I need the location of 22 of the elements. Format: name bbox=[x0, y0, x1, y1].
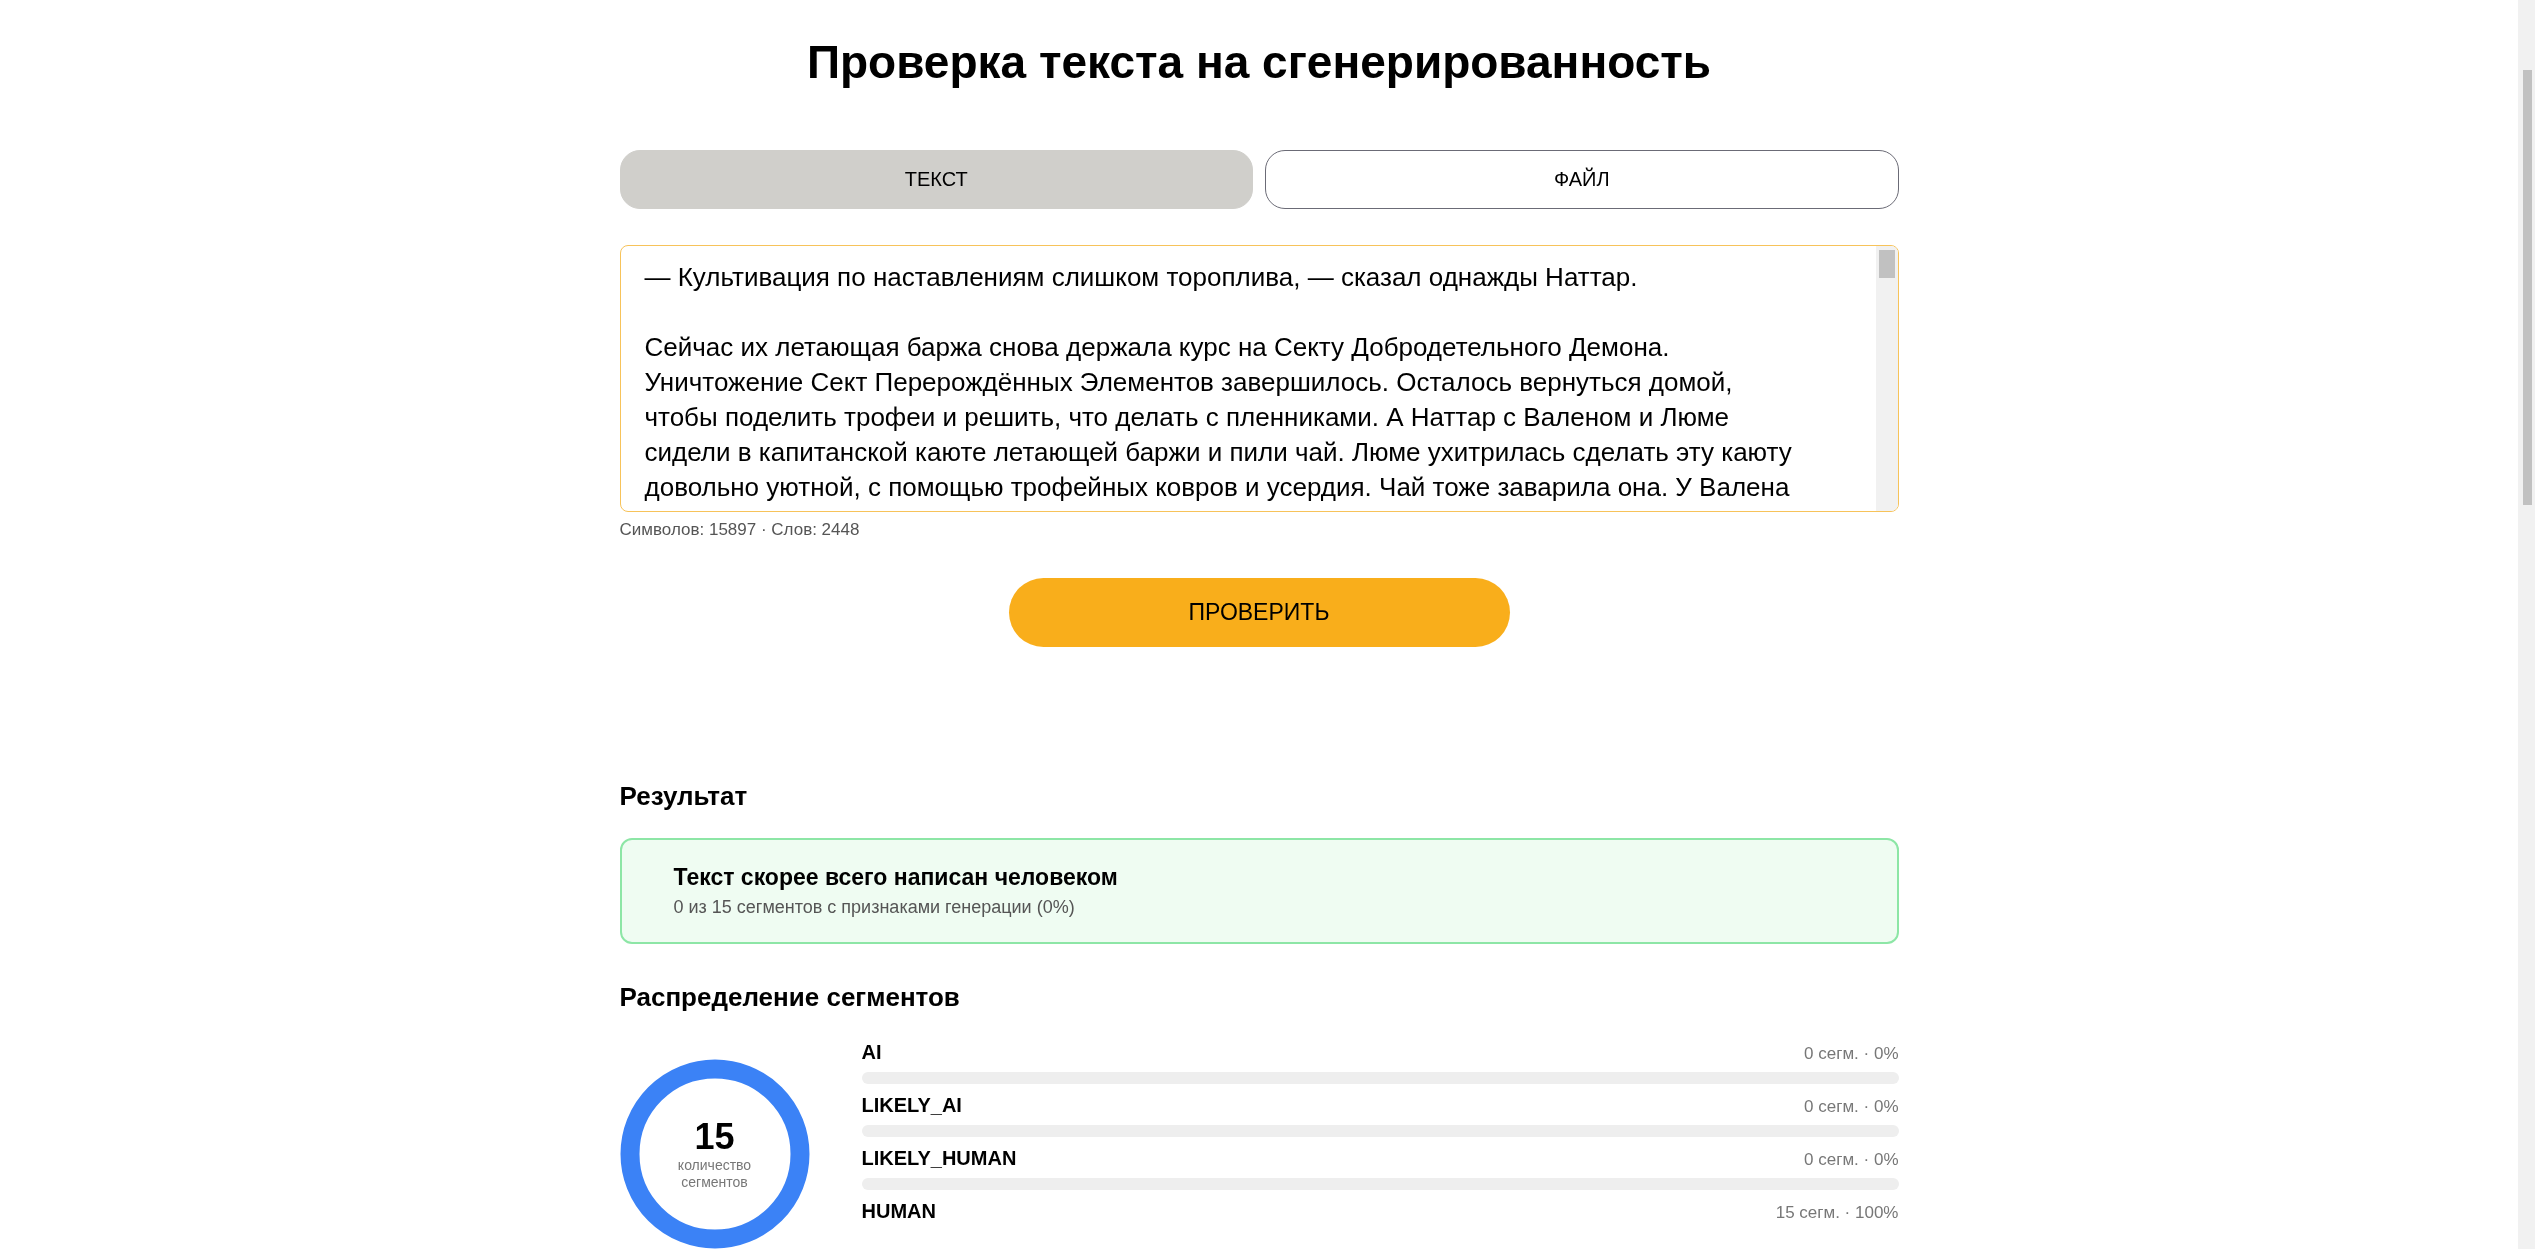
mode-tab[interactable]: ТЕКСТ bbox=[619, 150, 1253, 209]
segment-total: 15 bbox=[694, 1117, 735, 1157]
category-count: 0 сегм. · 0% bbox=[1804, 1097, 1899, 1117]
category-label: LIKELY_HUMAN bbox=[861, 1147, 1017, 1170]
field-scrollbar[interactable] bbox=[1875, 246, 1898, 511]
distribution-heading: Распределение сегментов bbox=[619, 982, 961, 1013]
category-label: HUMAN bbox=[861, 1200, 936, 1223]
mode-tab[interactable]: ФАЙЛ bbox=[1265, 150, 1899, 209]
result-heading: Результат bbox=[619, 781, 749, 812]
character-counter: Символов: 15897 · Слов: 2448 bbox=[619, 519, 861, 540]
category-count: 15 сегм. · 100% bbox=[1775, 1203, 1899, 1223]
verdict-summary: 0 из 15 сегментов с признаками генерации (0%) bbox=[673, 897, 1076, 918]
segment-total-label: количество сегментов bbox=[676, 1157, 753, 1191]
check-button[interactable]: ПРОВЕРИТЬ bbox=[1008, 577, 1510, 647]
category-label: LIKELY_AI bbox=[861, 1094, 962, 1117]
category-count: 0 сегм. · 0% bbox=[1804, 1044, 1899, 1064]
category-label: AI bbox=[861, 1041, 882, 1064]
page-scrollbar[interactable] bbox=[2518, 0, 2535, 1249]
text-input-field[interactable]: — Культивация по наставлениям слишком тороплива, — сказал однажды Наттар. Сейчас их летающая баржа снова держала курс на Секту Добродетельного Демона. Уничтожение Сект Перерождённых Элементов завершилось. Осталось вернуться домой, чтобы поделить трофеи и решить, что делать с пленниками. А Наттар с Валеном и Люме сидели в капитанской каюте летающей баржи и пили чай. Люме ухитрилась сделать эту каюту довольно уютной, с помощью трофейных ковров и усердия. Чай тоже заварила она. У Валена bbox=[619, 245, 1899, 512]
verdict-text: Текст скорее всего написан человеком bbox=[673, 864, 1119, 891]
category-count: 0 сегм. · 0% bbox=[1804, 1150, 1899, 1170]
page-title: Проверка текста на сгенерированность bbox=[805, 35, 1713, 90]
